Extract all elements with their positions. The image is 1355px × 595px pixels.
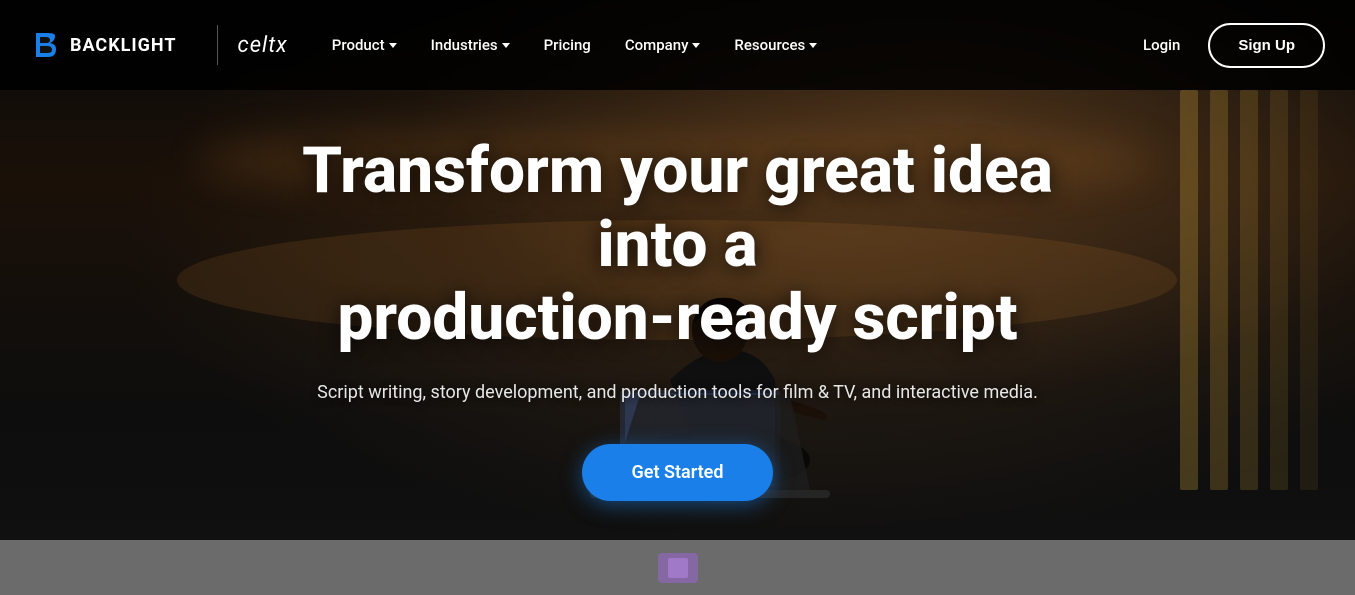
chevron-down-icon [692,43,700,48]
nav-item-resources[interactable]: Resources [720,26,831,64]
hero-subtitle: Script writing, story development, and p… [268,379,1088,408]
nav-item-pricing[interactable]: Pricing [530,26,605,64]
backlight-brand-link[interactable]: BACKLIGHT [30,29,177,61]
signup-button[interactable]: Sign Up [1208,23,1325,68]
chevron-down-icon [502,43,510,48]
get-started-button[interactable]: Get Started [582,444,774,501]
nav-item-company[interactable]: Company [611,26,715,64]
bottom-bar-icon [638,548,718,588]
chevron-down-icon [389,43,397,48]
login-button[interactable]: Login [1131,28,1192,62]
chevron-down-icon [809,43,817,48]
bottom-bar [0,540,1355,595]
nav-right-actions: Login Sign Up [1131,23,1325,68]
nav-item-product[interactable]: Product [318,26,411,64]
navbar: BACKLIGHT celtx Product Industries Prici… [0,0,1355,90]
nav-menu: Product Industries Pricing Company Resou… [318,26,1131,64]
celtx-logo-text: celtx [238,33,288,58]
backlight-brand-text: BACKLIGHT [70,35,177,56]
nav-item-industries[interactable]: Industries [417,26,524,64]
nav-divider [217,25,218,65]
backlight-logo-icon [30,29,62,61]
hero-title: Transform your great idea into a product… [268,134,1088,355]
hero-content: Transform your great idea into a product… [228,134,1128,501]
